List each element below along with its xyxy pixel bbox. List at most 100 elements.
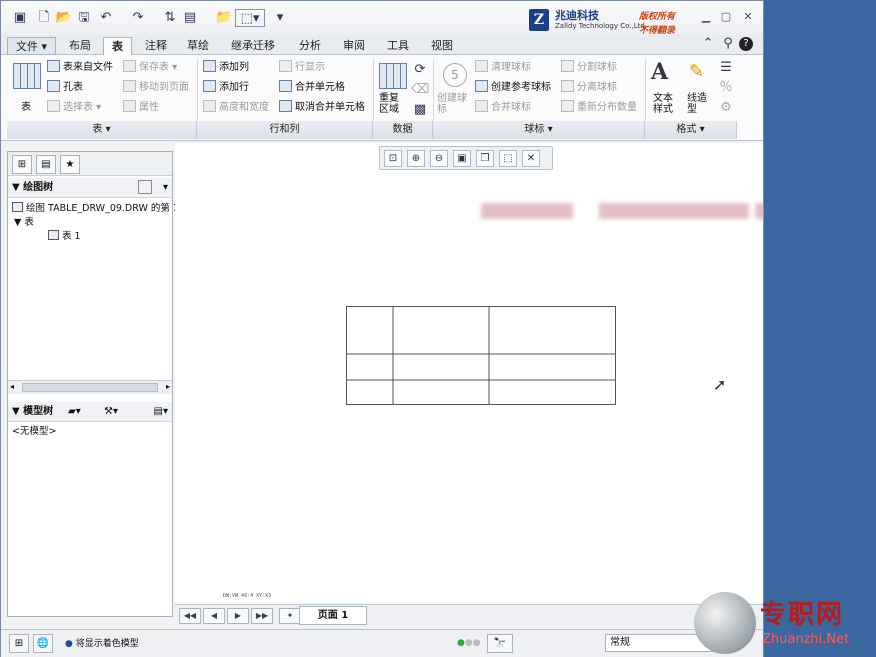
prev-page-icon[interactable]: ◀ xyxy=(203,608,225,624)
clean-balloon-button[interactable]: 清理球标 xyxy=(475,59,531,77)
merge-balloon-button[interactable]: 合并球标 xyxy=(475,99,531,117)
repeat-region-button[interactable]: 重复 区域 xyxy=(379,93,399,115)
scroll-thumb[interactable] xyxy=(22,383,158,392)
page-tab-1[interactable]: 页面 1 xyxy=(299,606,367,625)
tree-settings-icon[interactable] xyxy=(138,180,152,194)
last-page-icon[interactable]: ▶▶ xyxy=(251,608,273,624)
switch-symbols-icon[interactable]: ▩ xyxy=(411,101,429,119)
update-tables-icon[interactable]: ⟳ xyxy=(411,61,429,79)
regenerate-icon[interactable]: ⇅ xyxy=(161,9,179,27)
zoom-out-icon[interactable]: ⊖ xyxy=(430,150,448,167)
scroll-left-icon[interactable]: ◂ xyxy=(10,382,14,391)
unmerge-cells-button[interactable]: 取消合并单元格 xyxy=(279,99,365,117)
create-ref-balloon-button[interactable]: 创建参考球标 xyxy=(475,79,551,97)
horizontal-scrollbar[interactable]: ◂ ▸ xyxy=(8,380,172,394)
close-window-icon[interactable]: 📁 xyxy=(215,9,233,27)
properties-button[interactable]: 属性 xyxy=(123,99,159,117)
customize-chevron-icon[interactable]: ▾ xyxy=(271,9,289,27)
select-table-button[interactable]: 选择表 ▾ xyxy=(47,99,101,117)
app-icon[interactable]: ▣ xyxy=(11,9,29,27)
tab-annotate[interactable]: 注释 xyxy=(137,37,175,55)
line-style-icon[interactable]: ✎ xyxy=(689,61,704,82)
group-format-label[interactable]: 格式 ▾ xyxy=(645,121,737,139)
scroll-right-icon[interactable]: ▸ xyxy=(166,382,170,391)
eraser-icon[interactable]: ⌫ xyxy=(411,81,429,99)
save-icon[interactable]: 🖫 xyxy=(75,9,93,27)
chevron-down-icon[interactable]: ▾ xyxy=(163,178,168,198)
tree-settings-chevron-icon[interactable]: ▤▾ xyxy=(154,402,168,422)
model-tree-icon[interactable]: ▰▾ xyxy=(68,402,81,422)
height-width-icon xyxy=(203,100,216,112)
tab-view[interactable]: 视图 xyxy=(423,37,461,55)
redo-icon[interactable]: ↷ xyxy=(129,9,147,27)
tab-tools[interactable]: 工具 xyxy=(379,37,417,55)
create-balloon-button[interactable]: 创建球 标 xyxy=(437,93,467,115)
drawing-tree-header[interactable]: ▼ 绘图树 ▾ xyxy=(8,178,172,198)
first-page-icon[interactable]: ◀◀ xyxy=(179,608,201,624)
add-column-button[interactable]: 添加列 xyxy=(203,59,249,77)
model-tree-header[interactable]: ▼ 模型树 ▰▾ ⚒▾ ▤▾ xyxy=(8,402,172,422)
drawing-table[interactable] xyxy=(345,305,617,407)
detach-balloon-button[interactable]: 分离球标 xyxy=(561,79,617,97)
split-balloon-button[interactable]: 分割球标 xyxy=(561,59,617,77)
percent-icon[interactable]: ％ xyxy=(717,79,735,97)
find-icon[interactable]: 🔭 xyxy=(487,634,513,653)
format-gear-icon[interactable]: ⚙ xyxy=(717,99,735,117)
close-button[interactable]: ✕ xyxy=(739,9,757,25)
height-width-button[interactable]: 高度和宽度 xyxy=(203,99,269,117)
repaint-icon[interactable]: ▣ xyxy=(453,150,471,167)
group-table-label[interactable]: 表 ▾ xyxy=(7,121,197,139)
table-grid-icon[interactable] xyxy=(13,63,41,89)
tab-table[interactable]: 表 xyxy=(103,37,132,55)
display-style-icon[interactable]: ❒ xyxy=(476,150,494,167)
table-from-file-button[interactable]: 表来自文件 xyxy=(47,59,113,77)
save-table-button[interactable]: 保存表 ▾ xyxy=(123,59,177,77)
search-icon[interactable]: ⚲ xyxy=(719,35,737,53)
hatch-icon[interactable]: ☰ xyxy=(717,59,735,77)
maximize-button[interactable]: ▢ xyxy=(717,9,735,25)
new-page-icon[interactable]: ✦ xyxy=(279,608,301,624)
datum-display-icon[interactable]: ⬚ xyxy=(499,150,517,167)
tree-filter-icon[interactable]: ⚒▾ xyxy=(104,402,118,422)
windows-icon[interactable]: ▤ xyxy=(181,9,199,27)
drawing-canvas[interactable]: ⊡ ⊕ ⊖ ▣ ❒ ⬚ ✕ ➚ DW:VW 40:4 XY:X3 xyxy=(175,143,843,603)
refit-icon[interactable]: ⊡ xyxy=(384,150,402,167)
collapse-ribbon-icon[interactable]: ⌃ xyxy=(699,35,717,53)
new-file-icon[interactable]: 🗋 xyxy=(35,9,53,27)
zoom-in-icon[interactable]: ⊕ xyxy=(407,150,425,167)
balloon-icon[interactable]: 5 xyxy=(443,63,467,87)
merge-cells-button[interactable]: 合并单元格 xyxy=(279,79,345,97)
tree-item-table-node[interactable]: ▼ 表 xyxy=(14,216,34,230)
model-tree-tab-icon[interactable]: ⊞ xyxy=(12,155,32,174)
show-browser-icon[interactable]: 🌐 xyxy=(33,634,53,653)
tab-review[interactable]: 审阅 xyxy=(335,37,373,55)
text-style-icon[interactable]: A xyxy=(651,59,668,85)
tab-layout[interactable]: 布局 xyxy=(61,37,99,55)
show-navigator-icon[interactable]: ⊞ xyxy=(9,634,29,653)
add-row-button[interactable]: 添加行 xyxy=(203,79,249,97)
tab-sketch[interactable]: 草绘 xyxy=(179,37,217,55)
repeat-region-icon[interactable] xyxy=(379,63,407,89)
tab-analysis[interactable]: 分析 xyxy=(291,37,329,55)
hole-table-button[interactable]: 孔表 xyxy=(47,79,83,97)
minimize-button[interactable]: ▁ xyxy=(697,9,715,25)
next-page-icon[interactable]: ▶ xyxy=(227,608,249,624)
tree-item-drawing[interactable]: 绘图 TABLE_DRW_09.DRW 的第 1 xyxy=(12,202,179,216)
open-folder-icon[interactable]: 📂 xyxy=(55,9,73,27)
tab-legacy-migration[interactable]: 继承迁移 xyxy=(223,37,283,55)
undo-icon[interactable]: ↶ xyxy=(97,9,115,27)
select-box-icon[interactable]: ⬚▾ xyxy=(235,9,265,27)
tree-item-table1[interactable]: 表 1 xyxy=(48,230,81,244)
favorites-tab-icon[interactable]: ★ xyxy=(60,155,80,174)
folder-browser-tab-icon[interactable]: ▤ xyxy=(36,155,56,174)
annotation-display-icon[interactable]: ✕ xyxy=(522,150,540,167)
table-button[interactable]: 表 xyxy=(21,99,31,117)
group-balloon-label[interactable]: 球标 ▾ xyxy=(433,121,645,139)
row-display-button[interactable]: 行显示 xyxy=(279,59,325,77)
text-style-button[interactable]: 文本 样式 xyxy=(653,93,673,115)
redistribute-button[interactable]: 重新分布数量 xyxy=(561,99,637,117)
line-style-button[interactable]: 线造 型 xyxy=(687,93,707,115)
help-icon[interactable]: ? xyxy=(739,37,753,51)
tab-file[interactable]: 文件 ▾ xyxy=(7,37,57,55)
move-to-page-button[interactable]: 移动到页面 xyxy=(123,79,189,97)
